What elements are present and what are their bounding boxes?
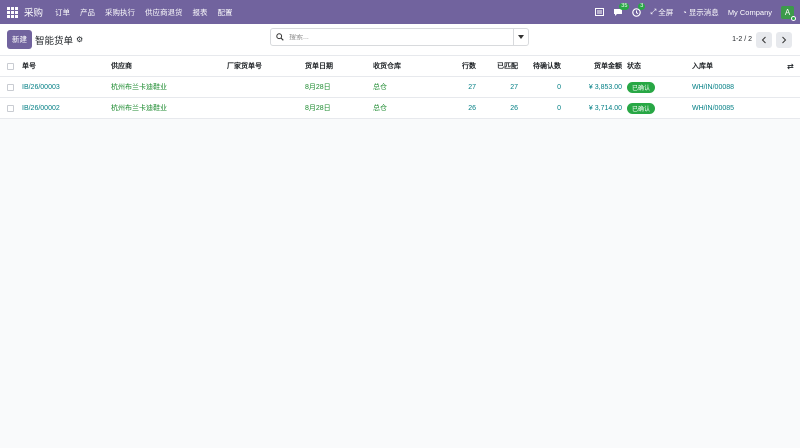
- menu-orders[interactable]: 订单: [55, 7, 70, 18]
- cell-number: IB/26/00002: [22, 104, 60, 112]
- cell-warehouse: 总仓: [373, 84, 387, 91]
- new-button[interactable]: 新建: [7, 30, 32, 49]
- header-number[interactable]: 单号: [22, 61, 36, 71]
- chevron-left-icon: [761, 36, 766, 43]
- activities-badge: 3: [638, 2, 646, 10]
- table-row[interactable]: IB/26/00002 杭州布兰卡迪鞋业 8月28日 总仓 26 26 0 ¥ …: [0, 98, 800, 119]
- pager-value[interactable]: 1-2 / 2: [732, 36, 752, 43]
- company-switcher[interactable]: My Company: [728, 8, 772, 17]
- list-view: 单号 供应商 厂家货单号 货单日期 收货仓库 行数 已匹配 待确认数 货单金额 …: [0, 56, 800, 119]
- navbar-systray: 35 3 ⤢ 全屏 ◔ 显示消息 My Company A: [595, 2, 796, 21]
- cell-vendor: 杭州布兰卡迪鞋业: [111, 105, 167, 112]
- header-warehouse[interactable]: 收货仓库: [373, 61, 401, 71]
- fullscreen-button[interactable]: ⤢ 全屏: [650, 7, 673, 18]
- gear-icon[interactable]: ⚙: [76, 35, 83, 44]
- messages-badge: 35: [619, 2, 630, 10]
- pager-previous-button[interactable]: [756, 31, 772, 48]
- messages-icon[interactable]: 35: [613, 2, 630, 17]
- header-date[interactable]: 货单日期: [305, 61, 333, 71]
- cell-amount: ¥ 3,853.00: [588, 83, 622, 91]
- expand-icon: ⤢: [650, 7, 657, 16]
- app-menu-icon[interactable]: [7, 6, 18, 18]
- menu-vendor-returns[interactable]: 供应商退货: [145, 7, 183, 18]
- cell-amount: ¥ 3,714.00: [588, 104, 622, 112]
- cell-date: 8月28日: [305, 84, 331, 91]
- header-vendor[interactable]: 供应商: [111, 61, 132, 71]
- status-badge: 已确认: [627, 81, 656, 93]
- chevron-right-icon: [782, 36, 787, 43]
- show-messages-label: 显示消息: [688, 7, 719, 17]
- header-amount[interactable]: 货单金额: [594, 61, 622, 71]
- calendar-icon[interactable]: [595, 8, 605, 16]
- cell-lines: 27: [468, 83, 476, 91]
- header-lines[interactable]: 行数: [462, 61, 476, 71]
- top-navbar: 采购 订单 产品 采购执行 供应商退货 报表 配置 35 3 ⤢ 全屏 ◔ 显示…: [0, 0, 800, 24]
- table-header-row: 单号 供应商 厂家货单号 货单日期 收货仓库 行数 已匹配 待确认数 货单金额 …: [0, 56, 800, 77]
- search-options-toggle[interactable]: [513, 29, 528, 45]
- user-avatar[interactable]: A: [781, 5, 796, 21]
- pager-next-button[interactable]: [776, 31, 792, 48]
- status-badge: 已确认: [627, 102, 656, 114]
- menu-products[interactable]: 产品: [80, 7, 95, 18]
- main-menu: 订单 产品 采购执行 供应商退货 报表 配置: [55, 7, 233, 18]
- table-row[interactable]: IB/26/00003 杭州布兰卡迪鞋业 8月28日 总仓 27 27 0 ¥ …: [0, 77, 800, 98]
- search-icon: [271, 33, 289, 41]
- app-name[interactable]: 采购: [24, 5, 43, 19]
- select-all-checkbox[interactable]: [7, 62, 14, 70]
- header-pending[interactable]: 待确认数: [533, 61, 561, 71]
- online-status-dot: [791, 15, 796, 21]
- row-checkbox[interactable]: [7, 83, 14, 91]
- cell-receipt: WH/IN/00085: [692, 104, 735, 112]
- search-input[interactable]: [289, 33, 513, 41]
- header-receipt[interactable]: 入库单: [692, 61, 713, 71]
- cell-date: 8月28日: [305, 105, 331, 112]
- cell-receipt: WH/IN/00088: [692, 83, 735, 91]
- optional-columns-icon[interactable]: ⇄: [787, 62, 794, 71]
- header-status[interactable]: 状态: [627, 61, 641, 71]
- cell-matched: 27: [510, 83, 518, 91]
- cell-vendor: 杭州布兰卡迪鞋业: [111, 84, 167, 91]
- menu-reports[interactable]: 报表: [193, 7, 208, 18]
- row-checkbox[interactable]: [7, 104, 14, 112]
- page-title: 智能货单: [35, 35, 74, 47]
- cell-warehouse: 总仓: [373, 105, 387, 112]
- cell-pending: 0: [557, 104, 561, 112]
- cell-matched: 26: [510, 104, 518, 112]
- header-matched[interactable]: 已匹配: [497, 61, 518, 71]
- cell-lines: 26: [468, 104, 476, 112]
- cell-pending: 0: [557, 83, 561, 91]
- chat-icon: ◔: [682, 7, 687, 17]
- menu-procurement[interactable]: 采购执行: [105, 7, 135, 18]
- show-messages-button[interactable]: ◔ 显示消息: [682, 7, 719, 18]
- pager: 1-2 / 2: [732, 31, 792, 48]
- activity-clock-icon[interactable]: 3: [632, 2, 646, 17]
- caret-down-icon: [518, 35, 524, 39]
- fullscreen-label: 全屏: [658, 7, 674, 17]
- search-bar: [270, 28, 529, 46]
- cell-number: IB/26/00003: [22, 83, 60, 91]
- menu-configuration[interactable]: 配置: [218, 7, 233, 18]
- avatar-initial: A: [784, 7, 791, 17]
- header-vendor-ref[interactable]: 厂家货单号: [227, 61, 262, 71]
